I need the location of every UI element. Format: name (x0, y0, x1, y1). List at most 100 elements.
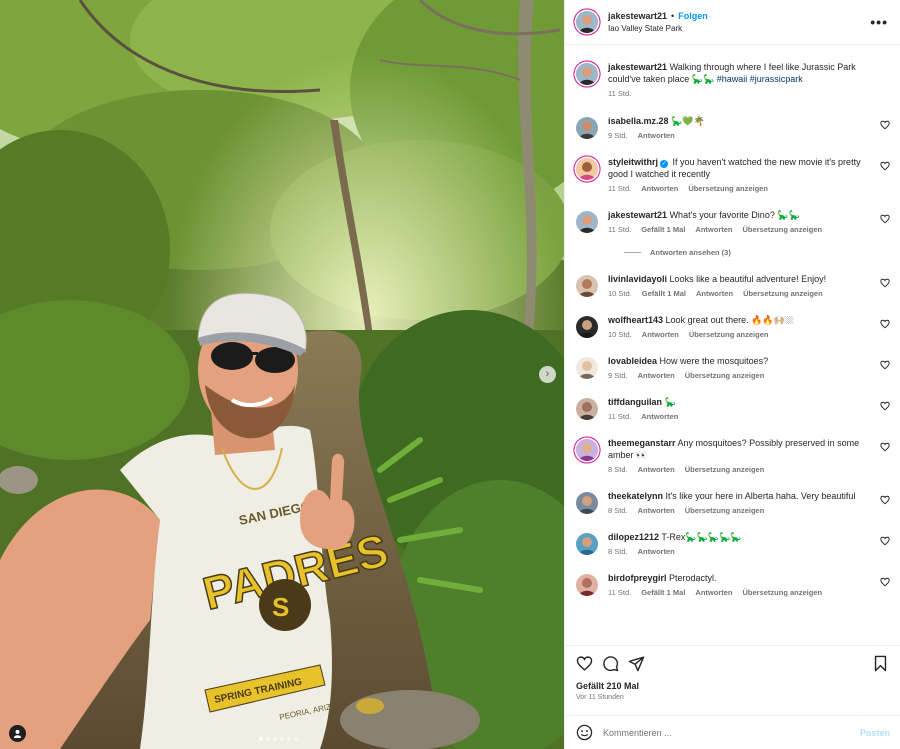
more-horizontal-icon[interactable]: ••• (870, 15, 888, 29)
replies-divider (624, 252, 641, 253)
comment-like-heart-icon[interactable] (880, 120, 890, 130)
commenter-avatar[interactable] (576, 275, 598, 297)
like-heart-icon[interactable] (576, 655, 593, 672)
comment-item: theemeganstarr Any mosquitoes? Possibly … (576, 437, 900, 474)
translate-button[interactable]: Übersetzung anzeigen (688, 184, 768, 193)
commenter-username[interactable]: tiffdanguilan (608, 397, 662, 407)
translate-button[interactable]: Übersetzung anzeigen (685, 465, 765, 474)
translate-button[interactable]: Übersetzung anzeigen (743, 289, 823, 298)
comment-text: It's like your here in Alberta haha. Ver… (665, 491, 856, 501)
translate-button[interactable]: Übersetzung anzeigen (685, 506, 765, 515)
post-location[interactable]: Iao Valley State Park (608, 24, 870, 33)
comment-text: Look great out there. 🔥🔥🙌🏼🏼 (665, 315, 794, 325)
reply-button[interactable]: Antworten (638, 506, 675, 515)
reply-button[interactable]: Antworten (695, 588, 732, 597)
comment-like-heart-icon[interactable] (880, 442, 890, 452)
commenter-username[interactable]: lovableidea (608, 356, 657, 366)
reply-button[interactable]: Antworten (641, 412, 678, 421)
comment-like-heart-icon[interactable] (880, 214, 890, 224)
commenter-avatar[interactable] (576, 117, 598, 139)
post-dialog: SAN DIEGO PADRES S SPRING TRAINING PEORI… (0, 0, 900, 749)
comment-item: theekatelynn It's like your here in Albe… (576, 490, 900, 515)
commenter-username[interactable]: jakestewart21 (608, 210, 667, 220)
verified-badge-icon: ✓ (660, 160, 669, 168)
comment-like-heart-icon[interactable] (880, 278, 890, 288)
reply-button[interactable]: Antworten (695, 225, 732, 234)
reply-button[interactable]: Antworten (696, 289, 733, 298)
caption-avatar[interactable] (576, 63, 598, 85)
comment-like-heart-icon[interactable] (880, 495, 890, 505)
comment-time: 11 Std. (608, 588, 632, 597)
commenter-username[interactable]: livinlavidayoli (608, 274, 667, 284)
comment-like-heart-icon[interactable] (880, 577, 890, 587)
forest-selfie-image: SAN DIEGO PADRES S SPRING TRAINING PEORI… (0, 0, 564, 749)
reply-button[interactable]: Antworten (641, 184, 678, 193)
comment-item: livinlavidayoli Looks like a beautiful a… (576, 273, 900, 298)
translate-button[interactable]: Übersetzung anzeigen (685, 371, 765, 380)
author-avatar[interactable] (576, 11, 598, 33)
translate-button[interactable]: Übersetzung anzeigen (743, 225, 823, 234)
reply-button[interactable]: Antworten (638, 465, 675, 474)
action-bar: Gefällt 210 Mal Vor 11 Stunden (565, 645, 900, 715)
comment-item: jakestewart21 What's your favorite Dino?… (576, 209, 900, 234)
comment-text: 🦕💚🌴 (671, 116, 705, 126)
follow-button[interactable]: Folgen (678, 11, 708, 21)
reply-button[interactable]: Antworten (638, 371, 675, 380)
commenter-avatar[interactable] (576, 533, 598, 555)
comment-like-count[interactable]: Gefällt 1 Mal (642, 289, 686, 298)
comment-time: 11 Std. (608, 412, 632, 421)
comment-time: 10 Std. (608, 289, 632, 298)
reply-button[interactable]: Antworten (642, 330, 679, 339)
comment-like-count[interactable]: Gefällt 1 Mal (641, 588, 685, 597)
commenter-avatar[interactable] (576, 574, 598, 596)
caption-hashtags[interactable]: #hawaii #jurassicpark (717, 74, 803, 84)
commenter-avatar[interactable] (576, 211, 598, 233)
commenter-username[interactable]: dilopez1212 (608, 532, 659, 542)
commenter-username[interactable]: styleitwithrj (608, 157, 658, 167)
commenter-avatar[interactable] (576, 357, 598, 379)
comment-like-heart-icon[interactable] (880, 401, 890, 411)
caption: jakestewart21 Walking through where I fe… (576, 61, 900, 98)
commenter-avatar[interactable] (576, 439, 598, 461)
commenter-avatar[interactable] (576, 158, 598, 180)
commenter-avatar[interactable] (576, 492, 598, 514)
caption-username[interactable]: jakestewart21 (608, 62, 667, 72)
commenter-username[interactable]: birdofpreygirl (608, 573, 667, 583)
share-send-icon[interactable] (628, 655, 645, 672)
comment-like-heart-icon[interactable] (880, 536, 890, 546)
comment-like-heart-icon[interactable] (880, 360, 890, 370)
commenter-username[interactable]: wolfheart143 (608, 315, 663, 325)
reply-button[interactable]: Antworten (638, 131, 675, 140)
next-slide-button[interactable]: › (539, 366, 556, 383)
comment-input[interactable] (603, 727, 860, 738)
comment-like-count[interactable]: Gefällt 1 Mal (641, 225, 685, 234)
commenter-username[interactable]: theekatelynn (608, 491, 663, 501)
comment-text: T-Rex🦕🦕🦕🦕🦕 (661, 532, 742, 542)
commenter-avatar[interactable] (576, 398, 598, 420)
comment-time: 8 Std. (608, 506, 628, 515)
translate-button[interactable]: Übersetzung anzeigen (743, 588, 823, 597)
slide-dot (280, 737, 284, 741)
author-username[interactable]: jakestewart21 (608, 11, 667, 21)
post-comment-button[interactable]: Posten (860, 728, 890, 738)
post-header: jakestewart21 • Folgen Iao Valley State … (565, 0, 900, 45)
post-photo[interactable]: SAN DIEGO PADRES S SPRING TRAINING PEORI… (0, 0, 564, 749)
commenter-username[interactable]: isabella.mz.28 (608, 116, 669, 126)
bookmark-icon[interactable] (872, 655, 889, 672)
tagged-users-button[interactable] (9, 725, 26, 742)
comment-like-heart-icon[interactable] (880, 161, 890, 171)
view-replies-button[interactable]: Antworten ansehen (3) (624, 248, 900, 257)
comment-time: 9 Std. (608, 371, 628, 380)
emoji-icon[interactable] (576, 724, 593, 741)
separator-dot: • (671, 11, 675, 21)
reply-button[interactable]: Antworten (638, 547, 675, 556)
comment-list[interactable]: jakestewart21 Walking through where I fe… (565, 45, 900, 645)
commenter-username[interactable]: theemeganstarr (608, 438, 676, 448)
comment-icon[interactable] (602, 655, 619, 672)
like-count[interactable]: Gefällt 210 Mal (576, 681, 889, 691)
translate-button[interactable]: Übersetzung anzeigen (689, 330, 769, 339)
comment-like-heart-icon[interactable] (880, 319, 890, 329)
slide-indicator (259, 737, 298, 741)
commenter-avatar[interactable] (576, 316, 598, 338)
slide-dot (266, 737, 270, 741)
